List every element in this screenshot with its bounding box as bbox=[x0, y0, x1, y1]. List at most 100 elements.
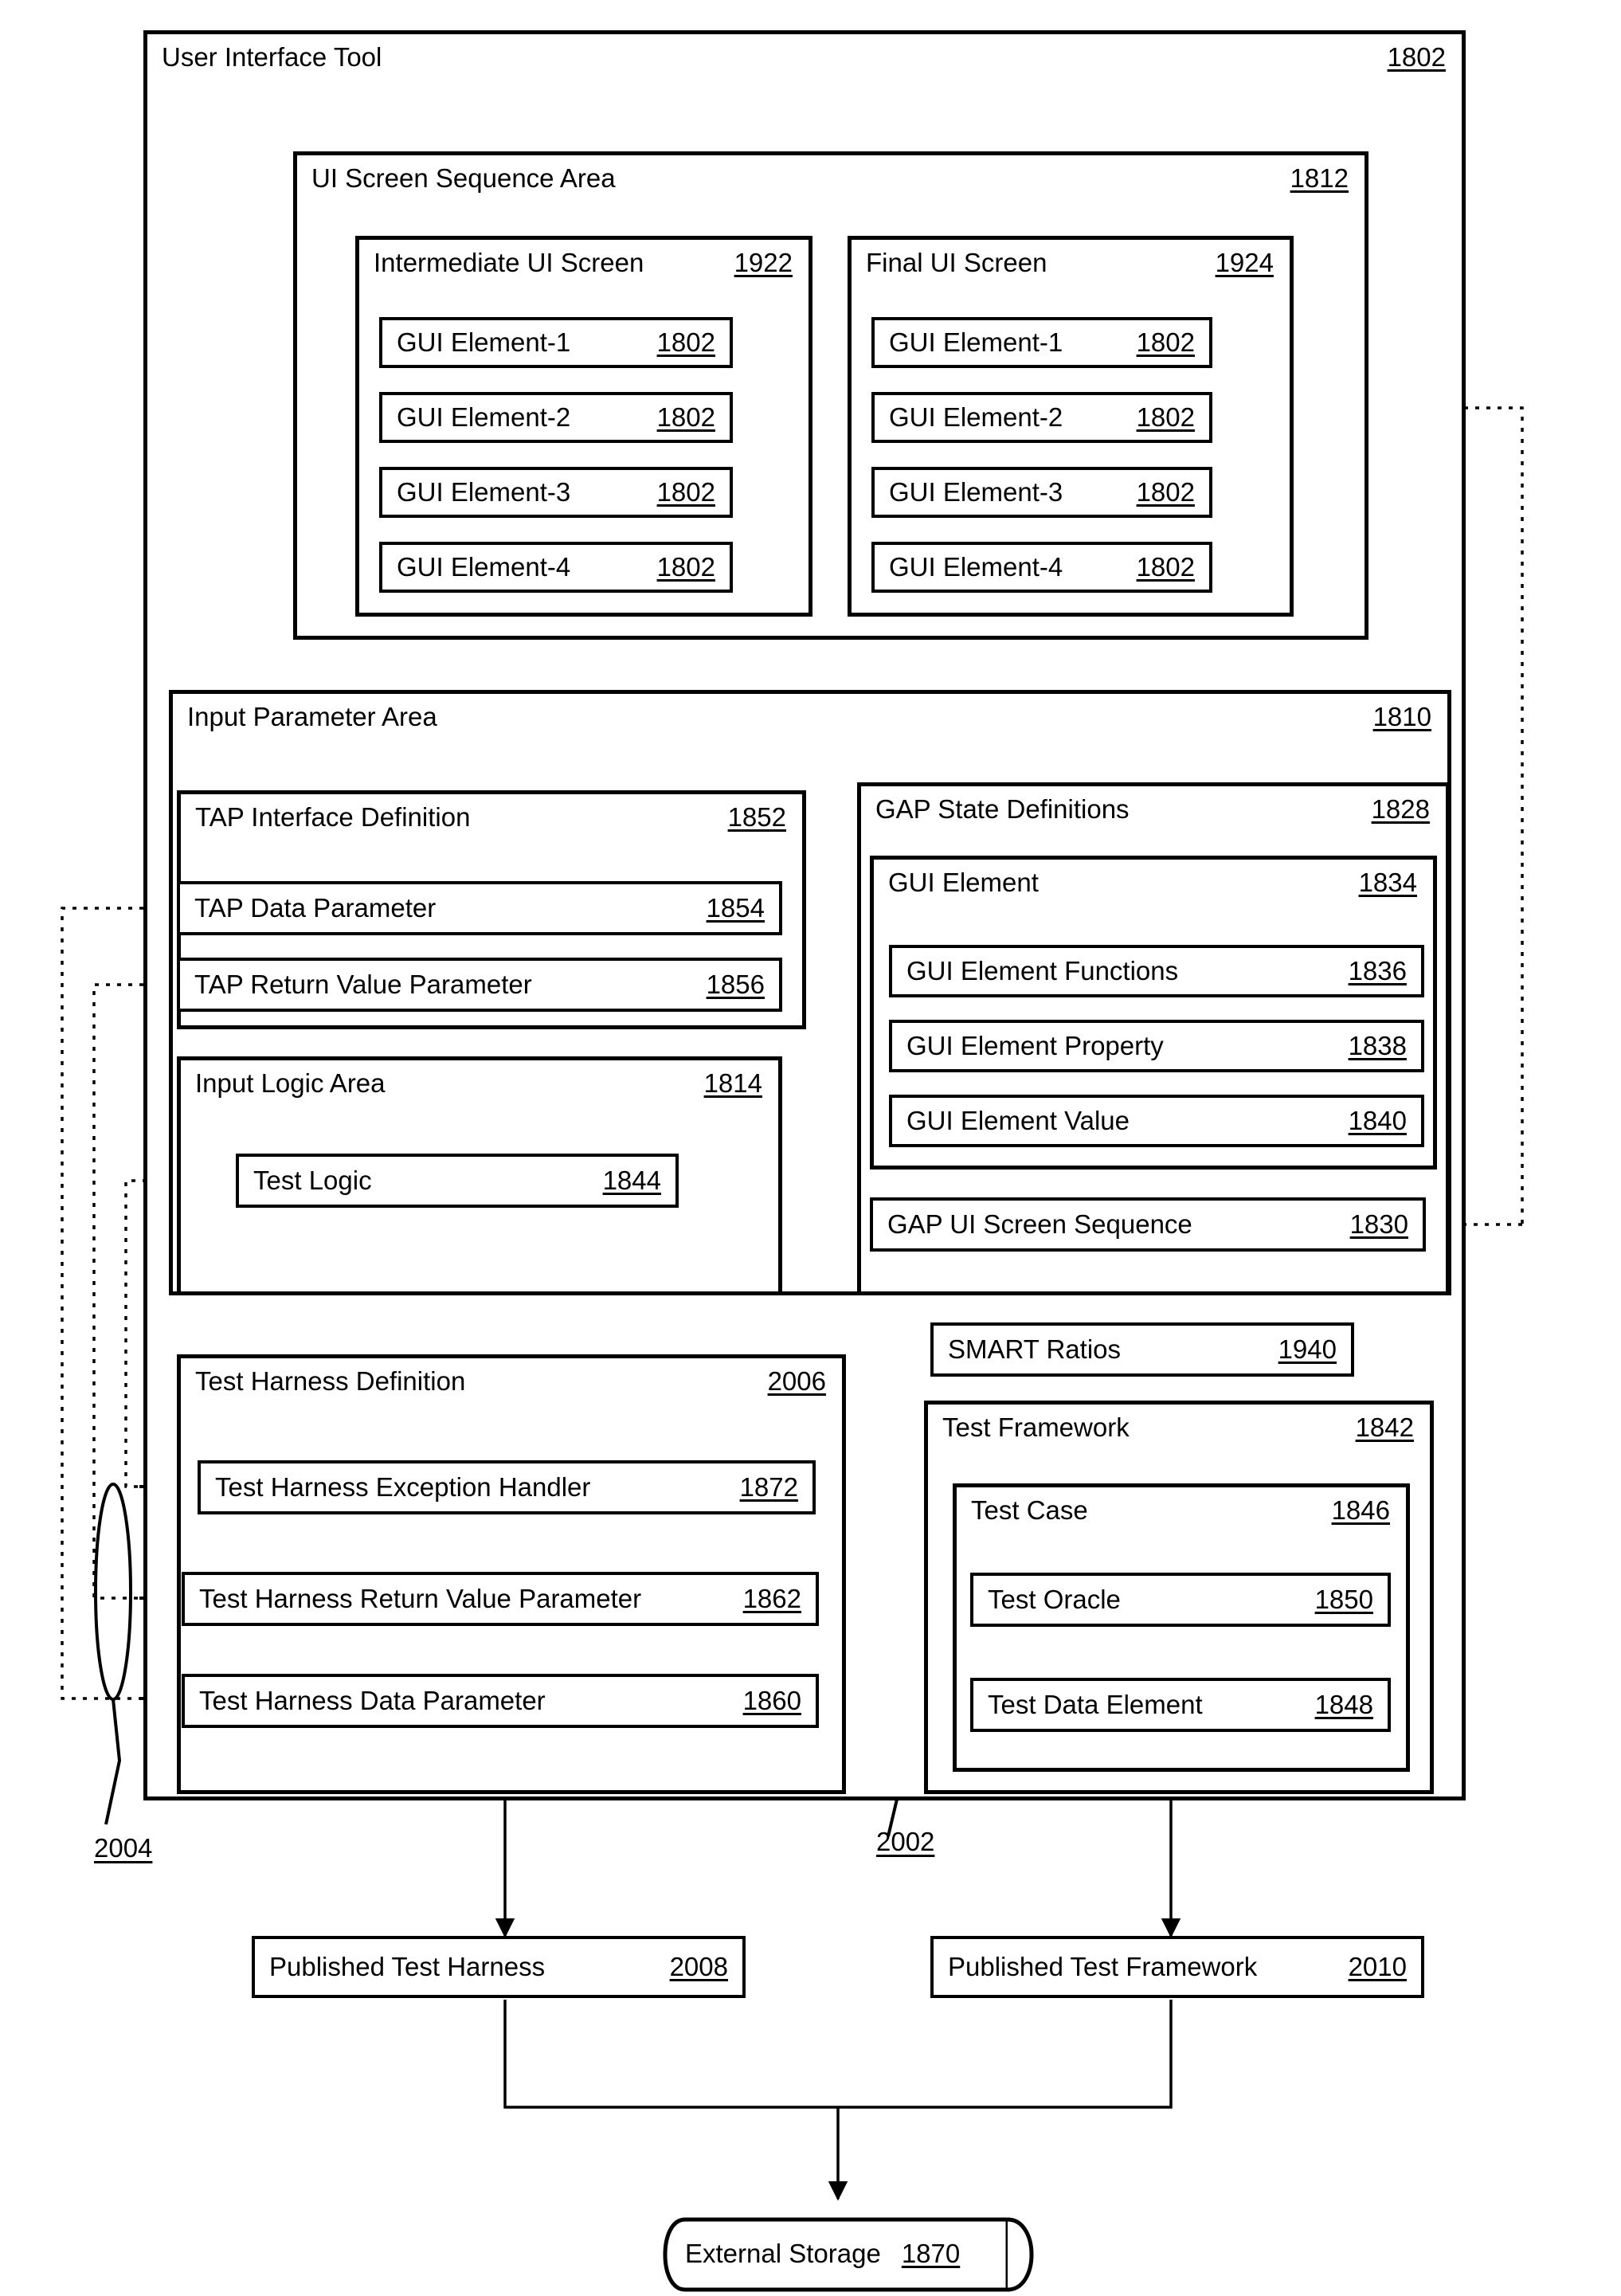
intermediate-gui-element-2-ref: 1802 bbox=[656, 402, 715, 432]
intermediate-ui-screen-title: Intermediate UI Screen bbox=[374, 248, 644, 277]
final-gui-element-3-ref: 1802 bbox=[1136, 477, 1195, 507]
intermediate-gui-element-3-label: GUI Element-3 bbox=[397, 477, 571, 507]
intermediate-gui-element-4[interactable]: GUI Element-4 1802 bbox=[379, 542, 733, 593]
published-test-harness[interactable]: Published Test Harness 2008 bbox=[252, 1936, 746, 1998]
figure-canvas: User Interface Tool 1802 UI Screen Seque… bbox=[0, 0, 1621, 2296]
tap-interface-definition-title: TAP Interface Definition bbox=[195, 802, 471, 832]
tap-data-parameter-label: TAP Data Parameter bbox=[194, 893, 437, 923]
final-gui-element-4-ref: 1802 bbox=[1136, 552, 1195, 582]
tap-return-value-parameter-ref: 1856 bbox=[706, 970, 765, 999]
test-logic[interactable]: Test Logic 1844 bbox=[236, 1154, 679, 1208]
gui-element-value[interactable]: GUI Element Value 1840 bbox=[889, 1095, 1424, 1147]
test-harness-return-value-parameter-ref: 1862 bbox=[742, 1584, 801, 1613]
final-gui-element-1-ref: 1802 bbox=[1136, 327, 1195, 357]
external-storage-label-group[interactable]: External Storage 1870 bbox=[685, 2231, 1004, 2277]
gui-element-property[interactable]: GUI Element Property 1838 bbox=[889, 1020, 1424, 1072]
final-gui-element-4-label: GUI Element-4 bbox=[889, 552, 1063, 582]
final-gui-element-2[interactable]: GUI Element-2 1802 bbox=[871, 392, 1212, 443]
test-logic-ref: 1844 bbox=[602, 1166, 661, 1195]
gui-element-title: GUI Element bbox=[888, 868, 1039, 897]
test-harness-definition-title: Test Harness Definition bbox=[195, 1366, 466, 1396]
final-ui-screen-title: Final UI Screen bbox=[866, 248, 1047, 277]
gap-state-definitions-title: GAP State Definitions bbox=[875, 794, 1130, 824]
test-harness-data-parameter-label: Test Harness Data Parameter bbox=[199, 1686, 546, 1715]
external-storage-label: External Storage bbox=[685, 2239, 881, 2268]
input-logic-area-ref: 1814 bbox=[703, 1068, 762, 1098]
intermediate-gui-element-4-label: GUI Element-4 bbox=[397, 552, 571, 582]
intermediate-gui-element-2[interactable]: GUI Element-2 1802 bbox=[379, 392, 733, 443]
ui-screen-sequence-area-ref: 1812 bbox=[1290, 163, 1349, 193]
intermediate-gui-element-3[interactable]: GUI Element-3 1802 bbox=[379, 467, 733, 518]
bundle-marker-2004 bbox=[94, 1483, 132, 1701]
intermediate-gui-element-2-label: GUI Element-2 bbox=[397, 402, 571, 432]
published-test-harness-ref: 2008 bbox=[669, 1952, 728, 1981]
user-interface-tool-title: User Interface Tool bbox=[162, 42, 382, 72]
gap-ui-screen-sequence[interactable]: GAP UI Screen Sequence 1830 bbox=[870, 1197, 1426, 1252]
smart-ratios-ref: 1940 bbox=[1278, 1334, 1337, 1364]
test-framework-ref: 1842 bbox=[1355, 1412, 1414, 1442]
gui-element-functions-ref: 1836 bbox=[1348, 956, 1407, 985]
final-gui-element-3-label: GUI Element-3 bbox=[889, 477, 1063, 507]
published-test-harness-label: Published Test Harness bbox=[269, 1952, 546, 1981]
input-parameter-area-ref: 1810 bbox=[1372, 702, 1431, 731]
test-logic-label: Test Logic bbox=[253, 1166, 372, 1195]
final-gui-element-1-label: GUI Element-1 bbox=[889, 327, 1063, 357]
test-data-element[interactable]: Test Data Element 1848 bbox=[970, 1678, 1391, 1732]
final-gui-element-4[interactable]: GUI Element-4 1802 bbox=[871, 542, 1212, 593]
tap-interface-definition-ref: 1852 bbox=[727, 802, 786, 832]
smart-ratios-label: SMART Ratios bbox=[948, 1334, 1122, 1364]
gui-element-value-label: GUI Element Value bbox=[906, 1106, 1130, 1135]
gui-element-property-label: GUI Element Property bbox=[906, 1031, 1164, 1060]
gui-element-property-ref: 1838 bbox=[1348, 1031, 1407, 1060]
test-data-element-label: Test Data Element bbox=[988, 1690, 1203, 1719]
test-harness-return-value-parameter-label: Test Harness Return Value Parameter bbox=[199, 1584, 642, 1613]
final-gui-element-3[interactable]: GUI Element-3 1802 bbox=[871, 467, 1212, 518]
external-storage-ref: 1870 bbox=[901, 2239, 961, 2268]
gui-element-ref: 1834 bbox=[1358, 868, 1417, 897]
intermediate-gui-element-1-label: GUI Element-1 bbox=[397, 327, 571, 357]
published-test-framework-ref: 2010 bbox=[1348, 1952, 1407, 1981]
input-logic-area-title: Input Logic Area bbox=[195, 1068, 386, 1098]
input-parameter-area-title: Input Parameter Area bbox=[187, 702, 437, 731]
intermediate-ui-screen-ref: 1922 bbox=[734, 248, 793, 277]
intermediate-gui-element-1-ref: 1802 bbox=[656, 327, 715, 357]
test-harness-return-value-parameter[interactable]: Test Harness Return Value Parameter 1862 bbox=[182, 1572, 819, 1626]
gap-state-definitions-ref: 1828 bbox=[1371, 794, 1430, 824]
test-case-title: Test Case bbox=[971, 1495, 1088, 1525]
test-oracle-label: Test Oracle bbox=[988, 1585, 1121, 1614]
ui-screen-sequence-area-title: UI Screen Sequence Area bbox=[311, 163, 616, 193]
test-harness-definition-ref: 2006 bbox=[767, 1366, 826, 1396]
tap-return-value-parameter-label: TAP Return Value Parameter bbox=[194, 970, 532, 999]
test-harness-data-parameter[interactable]: Test Harness Data Parameter 1860 bbox=[182, 1674, 819, 1728]
published-test-framework-label: Published Test Framework bbox=[948, 1952, 1258, 1981]
gui-element-functions-label: GUI Element Functions bbox=[906, 956, 1179, 985]
final-ui-screen-ref: 1924 bbox=[1215, 248, 1274, 277]
tap-data-parameter[interactable]: TAP Data Parameter 1854 bbox=[177, 881, 782, 935]
gui-element-value-ref: 1840 bbox=[1348, 1106, 1407, 1135]
bundle-label-2004: 2004 bbox=[94, 1833, 153, 1863]
user-interface-tool-ref: 1802 bbox=[1387, 42, 1446, 72]
test-data-element-ref: 1848 bbox=[1314, 1690, 1373, 1719]
bundle-label-2002: 2002 bbox=[876, 1827, 935, 1856]
test-harness-exception-handler-ref: 1872 bbox=[739, 1472, 798, 1502]
intermediate-gui-element-4-ref: 1802 bbox=[656, 552, 715, 582]
gap-ui-screen-sequence-ref: 1830 bbox=[1349, 1209, 1408, 1239]
final-gui-element-1[interactable]: GUI Element-1 1802 bbox=[871, 317, 1212, 368]
test-harness-data-parameter-ref: 1860 bbox=[742, 1686, 801, 1715]
final-gui-element-2-ref: 1802 bbox=[1136, 402, 1195, 432]
gap-ui-screen-sequence-label: GAP UI Screen Sequence bbox=[887, 1209, 1192, 1239]
test-oracle[interactable]: Test Oracle 1850 bbox=[970, 1573, 1391, 1627]
gui-element-functions[interactable]: GUI Element Functions 1836 bbox=[889, 945, 1424, 997]
tap-data-parameter-ref: 1854 bbox=[706, 893, 765, 923]
test-oracle-ref: 1850 bbox=[1314, 1585, 1373, 1614]
published-test-framework[interactable]: Published Test Framework 2010 bbox=[930, 1936, 1424, 1998]
test-case-ref: 1846 bbox=[1331, 1495, 1390, 1525]
test-harness-exception-handler[interactable]: Test Harness Exception Handler 1872 bbox=[198, 1460, 816, 1514]
test-framework-title: Test Framework bbox=[942, 1412, 1130, 1442]
final-gui-element-2-label: GUI Element-2 bbox=[889, 402, 1063, 432]
tap-return-value-parameter[interactable]: TAP Return Value Parameter 1856 bbox=[177, 958, 782, 1012]
intermediate-gui-element-3-ref: 1802 bbox=[656, 477, 715, 507]
smart-ratios[interactable]: SMART Ratios 1940 bbox=[930, 1322, 1354, 1377]
intermediate-gui-element-1[interactable]: GUI Element-1 1802 bbox=[379, 317, 733, 368]
test-harness-exception-handler-label: Test Harness Exception Handler bbox=[215, 1472, 591, 1502]
